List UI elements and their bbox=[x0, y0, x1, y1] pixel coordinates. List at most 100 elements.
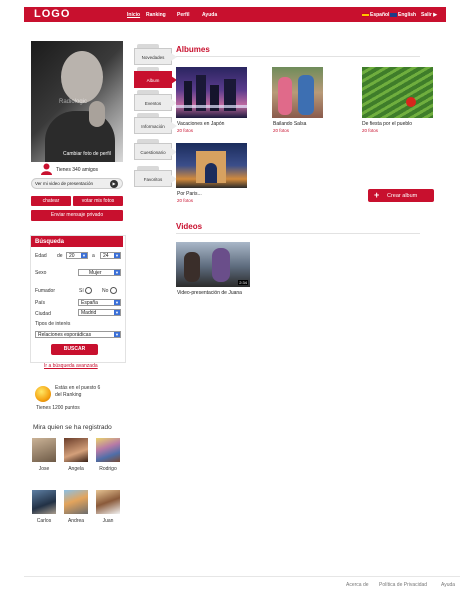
select-arrow-icon: ▼ bbox=[114, 310, 120, 315]
recent-users-title: Mira quien se ha registrado bbox=[33, 424, 112, 431]
album-thumb-pueblo[interactable] bbox=[362, 67, 433, 118]
age-from-select[interactable]: 20 ▼ bbox=[66, 252, 88, 259]
exit-label: Salir bbox=[421, 12, 432, 18]
smoker-yes-option[interactable]: Sí bbox=[79, 287, 93, 294]
user-avatar-jose[interactable] bbox=[32, 438, 56, 462]
albums-title: Albumes bbox=[176, 45, 210, 54]
logo[interactable]: LOGO bbox=[34, 8, 70, 20]
search-title: Búsqueda bbox=[35, 239, 65, 245]
sex-select[interactable]: Mujer ▼ bbox=[78, 269, 121, 276]
language-spanish[interactable]: Español bbox=[362, 12, 389, 18]
tab-eventos[interactable]: Eventos bbox=[134, 90, 177, 111]
tab-favoritos[interactable]: Favoritos bbox=[134, 166, 177, 187]
user-avatar-rodrigo[interactable] bbox=[96, 438, 120, 462]
thumb-dancer bbox=[298, 75, 314, 115]
album-thumb-japan[interactable] bbox=[176, 67, 247, 118]
smoker-label: Fumador bbox=[35, 288, 56, 294]
interest-label: Tipos de interés bbox=[35, 321, 71, 327]
footer-privacy-link[interactable]: Política de Privacidad bbox=[379, 582, 427, 588]
view-presentation-video-button[interactable]: Ver mi video de presentación ▶ bbox=[31, 178, 123, 189]
video-name-juana[interactable]: Video-presentación de Juana bbox=[177, 290, 242, 296]
city-select[interactable]: Madrid ▼ bbox=[78, 309, 121, 316]
play-icon: ▶ bbox=[110, 180, 118, 188]
smoker-yes-label: Sí bbox=[79, 287, 84, 294]
thumb-bridge bbox=[176, 105, 247, 108]
nav-ranking[interactable]: Ranking bbox=[146, 12, 166, 18]
age-to-value: 24 bbox=[103, 253, 109, 259]
ranking-position-line1: Estás en el puesto 6 bbox=[55, 385, 101, 391]
create-album-button[interactable]: + Crear album bbox=[368, 189, 434, 202]
radio-button-icon[interactable] bbox=[109, 287, 117, 294]
album-name-salsa[interactable]: Bailando Salsa bbox=[273, 121, 306, 127]
friends-count[interactable]: Tienes 340 amigos bbox=[56, 167, 98, 173]
user-name-juan[interactable]: Juan bbox=[93, 518, 123, 524]
album-name-pueblo[interactable]: De fiesta por el pueblo bbox=[362, 121, 412, 127]
user-avatar-carlos[interactable] bbox=[32, 490, 56, 514]
tab-novedades[interactable]: Novedades bbox=[134, 44, 177, 65]
chat-button[interactable]: chatear bbox=[31, 196, 71, 206]
tab-cuestionario[interactable]: Cuestionario bbox=[134, 139, 177, 160]
thumb-arch-opening bbox=[205, 163, 217, 183]
country-select[interactable]: España ▼ bbox=[78, 299, 121, 306]
user-name-rodrigo[interactable]: Rodrigo bbox=[93, 466, 123, 472]
search-submit-button[interactable]: BUSCAR bbox=[51, 344, 98, 355]
sex-value: Mujer bbox=[89, 270, 102, 276]
advanced-search-link[interactable]: Ir a búsqueda avanzada bbox=[44, 363, 98, 369]
vote-photos-button[interactable]: votar mis fotos bbox=[73, 196, 123, 206]
user-name-angela[interactable]: Angela bbox=[61, 466, 91, 472]
user-avatar-angela[interactable] bbox=[64, 438, 88, 462]
select-arrow-icon: ▼ bbox=[114, 270, 120, 275]
user-avatar-juan[interactable] bbox=[96, 490, 120, 514]
select-arrow-icon: ▼ bbox=[81, 253, 87, 258]
language-english[interactable]: English bbox=[390, 12, 416, 18]
city-value: Madrid bbox=[81, 310, 97, 316]
spain-flag-icon bbox=[362, 12, 369, 17]
album-thumb-paris[interactable] bbox=[176, 143, 247, 188]
interest-select[interactable]: Relaciones esporádicas ▼ bbox=[35, 331, 121, 338]
select-arrow-icon: ▼ bbox=[114, 300, 120, 305]
ranking-points: Tienes 1200 puntos bbox=[36, 405, 80, 411]
exit-icon: ▶ bbox=[433, 12, 438, 18]
age-from-value: 20 bbox=[69, 253, 75, 259]
album-count-paris: 20 fotos bbox=[177, 198, 194, 203]
tab-album[interactable]: Album bbox=[134, 67, 177, 88]
album-thumb-salsa[interactable] bbox=[272, 67, 323, 118]
album-name-japan[interactable]: Vacaciones en Japón bbox=[177, 121, 224, 127]
nav-ayuda[interactable]: Ayuda bbox=[202, 12, 217, 18]
thumb-red-flower bbox=[406, 97, 416, 107]
album-name-paris[interactable]: Por Paris... bbox=[177, 191, 202, 197]
footer-divider bbox=[24, 576, 460, 577]
videos-title: Videos bbox=[176, 222, 203, 231]
album-count-japan: 20 fotos bbox=[177, 128, 194, 133]
age-from-label: de bbox=[57, 253, 63, 259]
country-label: País bbox=[35, 300, 46, 306]
select-arrow-icon: ▼ bbox=[114, 332, 120, 337]
user-name-carlos[interactable]: Carlos bbox=[29, 518, 59, 524]
video-thumb-juana[interactable]: 2:34 bbox=[176, 242, 250, 287]
thumb-person bbox=[212, 248, 230, 282]
footer-about-link[interactable]: Acerca de bbox=[346, 582, 369, 588]
nav-perfil[interactable]: Perfil bbox=[177, 12, 190, 18]
interest-value: Relaciones esporádicas bbox=[38, 332, 92, 338]
smoker-no-option[interactable]: No bbox=[102, 287, 117, 294]
age-to-select[interactable]: 24 ▼ bbox=[100, 252, 121, 259]
user-name-jose[interactable]: Jose bbox=[29, 466, 59, 472]
view-video-label: Ver mi video de presentación bbox=[35, 181, 94, 186]
album-count-salsa: 20 fotos bbox=[273, 128, 290, 133]
videos-divider bbox=[176, 233, 420, 234]
radio-button-icon[interactable] bbox=[85, 287, 93, 294]
profile-photo-head bbox=[61, 51, 103, 103]
user-avatar-andrea[interactable] bbox=[64, 490, 88, 514]
country-value: España bbox=[81, 300, 98, 306]
send-private-message-button[interactable]: Enviar mensaje privado bbox=[31, 210, 123, 221]
video-duration: 2:34 bbox=[238, 280, 248, 285]
album-count-pueblo: 20 fotos bbox=[362, 128, 379, 133]
nav-inicio[interactable]: Inicio bbox=[127, 12, 140, 18]
uk-flag-icon bbox=[390, 12, 397, 17]
user-name-andrea[interactable]: Andrea bbox=[61, 518, 91, 524]
tab-informacion[interactable]: Información bbox=[134, 113, 177, 134]
footer-help-link[interactable]: Ayuda bbox=[441, 582, 455, 588]
change-profile-photo-link[interactable]: Cambiar foto de perfil bbox=[63, 151, 111, 157]
friends-icon bbox=[41, 163, 52, 175]
exit-link[interactable]: Salir ▶ bbox=[421, 12, 437, 18]
